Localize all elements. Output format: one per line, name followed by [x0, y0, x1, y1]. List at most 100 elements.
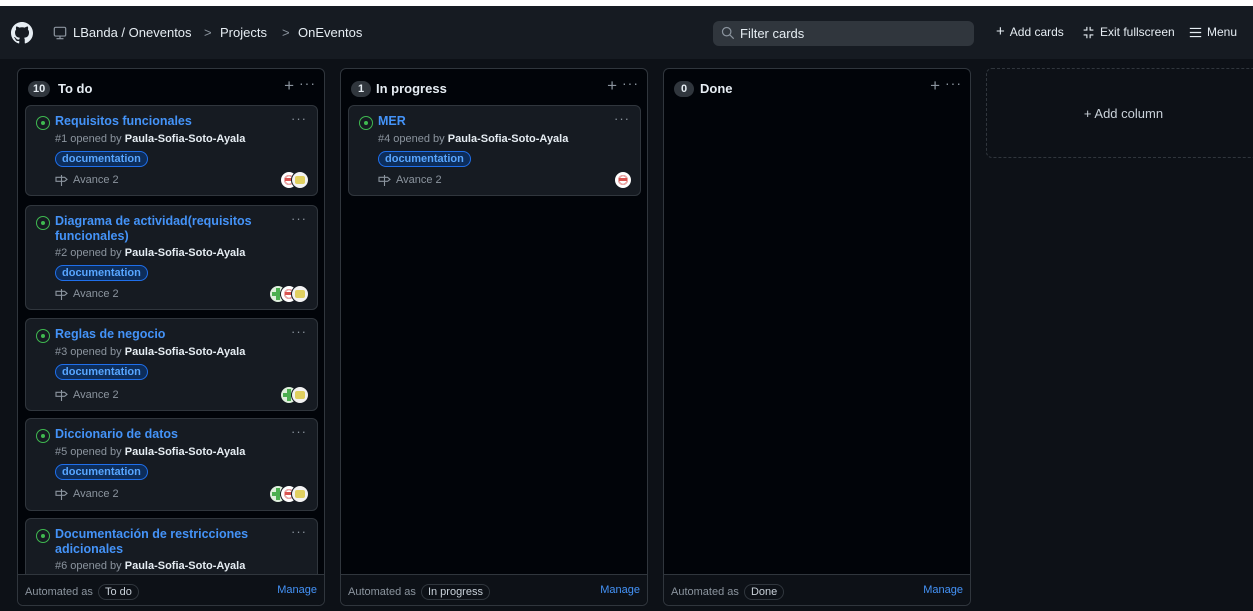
milestone[interactable]: Avance 2: [55, 288, 119, 300]
automation-pill: Done: [743, 584, 785, 600]
add-cards-button[interactable]: + Add cards: [996, 24, 1064, 39]
issue-card[interactable]: MER ··· #4 opened by Paula-Sofia-Soto-Ay…: [348, 105, 641, 196]
milestone[interactable]: Avance 2: [378, 174, 442, 186]
assignee-avatars[interactable]: [280, 386, 309, 404]
breadcrumb-repo[interactable]: LBanda / Oneventos: [73, 25, 192, 40]
avatar[interactable]: [614, 171, 632, 189]
avatar[interactable]: [291, 485, 309, 503]
card-count-badge: 0: [674, 81, 694, 97]
card-meta: #1 opened by Paula-Sofia-Soto-Ayala: [55, 133, 246, 145]
label-documentation[interactable]: documentation: [55, 265, 148, 281]
issue-opened-icon: [36, 116, 50, 130]
card-menu-kebab-icon[interactable]: ···: [291, 524, 307, 539]
search-icon: [721, 26, 735, 40]
issue-card[interactable]: Documentación de restricciones adicional…: [25, 518, 318, 576]
filter-placeholder: Filter cards: [740, 26, 805, 41]
manage-automation-link[interactable]: Manage: [923, 584, 963, 596]
card-menu-kebab-icon[interactable]: ···: [291, 424, 307, 439]
card-title-link[interactable]: Diagrama de actividad(requisitos funcion…: [55, 214, 275, 244]
avatar[interactable]: [291, 386, 309, 404]
card-meta: #5 opened by Paula-Sofia-Soto-Ayala: [55, 446, 246, 458]
card-meta: #4 opened by Paula-Sofia-Soto-Ayala: [378, 133, 569, 145]
cards-list: Requisitos funcionales ··· #1 opened by …: [18, 105, 324, 576]
add-card-icon[interactable]: +: [284, 77, 294, 95]
filter-cards-input[interactable]: Filter cards: [713, 21, 974, 46]
exit-fullscreen-button[interactable]: Exit fullscreen: [1082, 25, 1175, 39]
hamburger-icon: [1189, 27, 1202, 37]
milestone-icon: [55, 488, 68, 500]
add-cards-label: Add cards: [1009, 25, 1064, 39]
card-title-link[interactable]: Requisitos funcionales: [55, 114, 275, 129]
card-title-link[interactable]: MER: [378, 114, 598, 129]
label-documentation[interactable]: documentation: [55, 464, 148, 480]
exit-fullscreen-label: Exit fullscreen: [1100, 25, 1175, 39]
avatar[interactable]: [291, 171, 309, 189]
card-menu-kebab-icon[interactable]: ···: [614, 111, 630, 126]
author-link[interactable]: Paula-Sofia-Soto-Ayala: [125, 247, 246, 259]
menu-label: Menu: [1207, 25, 1238, 39]
assignee-avatars[interactable]: [280, 171, 309, 189]
column-title: In progress: [376, 81, 447, 96]
card-menu-kebab-icon[interactable]: ···: [291, 111, 307, 126]
card-count-badge: 1: [351, 81, 371, 97]
issue-card[interactable]: Reglas de negocio ··· #3 opened by Paula…: [25, 318, 318, 411]
breadcrumb-separator: >: [282, 25, 290, 40]
issue-card[interactable]: Requisitos funcionales ··· #1 opened by …: [25, 105, 318, 196]
label-documentation[interactable]: documentation: [378, 151, 471, 167]
assignee-avatars[interactable]: [614, 171, 632, 189]
project-icon: [53, 26, 67, 40]
milestone-icon: [378, 174, 391, 186]
issue-card[interactable]: Diagrama de actividad(requisitos funcion…: [25, 205, 318, 310]
automation-pill: To do: [97, 584, 139, 600]
milestone-icon: [55, 389, 68, 401]
add-card-icon[interactable]: +: [607, 77, 617, 95]
menu-button[interactable]: Menu: [1189, 25, 1237, 39]
column-menu-kebab-icon[interactable]: ···: [945, 75, 962, 91]
avatar[interactable]: [291, 285, 309, 303]
assignee-avatars[interactable]: [269, 485, 309, 503]
issue-card[interactable]: Diccionario de datos ··· #5 opened by Pa…: [25, 418, 318, 511]
card-menu-kebab-icon[interactable]: ···: [291, 324, 307, 339]
label-documentation[interactable]: documentation: [55, 364, 148, 380]
milestone[interactable]: Avance 2: [55, 389, 119, 401]
issue-opened-icon: [36, 216, 50, 230]
add-card-icon[interactable]: +: [930, 77, 940, 95]
add-column-label: + Add column: [1083, 106, 1164, 121]
milestone-icon: [55, 174, 68, 186]
milestone[interactable]: Avance 2: [55, 174, 119, 186]
author-link[interactable]: Paula-Sofia-Soto-Ayala: [125, 346, 246, 358]
column-title: Done: [700, 81, 733, 96]
manage-automation-link[interactable]: Manage: [277, 584, 317, 596]
card-meta: #2 opened by Paula-Sofia-Soto-Ayala: [55, 247, 246, 259]
milestone[interactable]: Avance 2: [55, 488, 119, 500]
manage-automation-link[interactable]: Manage: [600, 584, 640, 596]
assignee-avatars[interactable]: [269, 285, 309, 303]
column-header: 0 Done + ···: [664, 69, 970, 105]
add-column-button[interactable]: + Add column: [986, 68, 1253, 158]
automation-status: Automated as Done: [671, 584, 785, 600]
card-title-link[interactable]: Reglas de negocio: [55, 327, 275, 342]
label-documentation[interactable]: documentation: [55, 151, 148, 167]
column-header: 1 In progress + ···: [341, 69, 647, 105]
breadcrumb-projects[interactable]: Projects: [220, 25, 267, 40]
card-menu-kebab-icon[interactable]: ···: [291, 211, 307, 226]
column-menu-kebab-icon[interactable]: ···: [299, 75, 316, 91]
collapse-icon: [1083, 26, 1094, 38]
column-header: 10 To do + ···: [18, 69, 324, 105]
author-link[interactable]: Paula-Sofia-Soto-Ayala: [125, 560, 246, 572]
cards-list: [664, 105, 970, 576]
author-link[interactable]: Paula-Sofia-Soto-Ayala: [448, 133, 569, 145]
card-title-link[interactable]: Documentación de restricciones adicional…: [55, 527, 275, 557]
column-footer: Automated as In progress Manage: [341, 574, 647, 605]
cards-list: MER ··· #4 opened by Paula-Sofia-Soto-Ay…: [341, 105, 647, 576]
card-title-link[interactable]: Diccionario de datos: [55, 427, 275, 442]
breadcrumb-current[interactable]: OnEventos: [298, 25, 362, 40]
header-bar: LBanda / Oneventos > Projects > OnEvento…: [0, 6, 1253, 59]
github-logo-icon[interactable]: [11, 22, 33, 44]
automation-status: Automated as To do: [25, 584, 139, 600]
column-in-progress: 1 In progress + ··· MER ··· #4 opened by…: [340, 68, 648, 606]
column-menu-kebab-icon[interactable]: ···: [622, 75, 639, 91]
author-link[interactable]: Paula-Sofia-Soto-Ayala: [125, 446, 246, 458]
milestone-icon: [55, 288, 68, 300]
author-link[interactable]: Paula-Sofia-Soto-Ayala: [125, 133, 246, 145]
